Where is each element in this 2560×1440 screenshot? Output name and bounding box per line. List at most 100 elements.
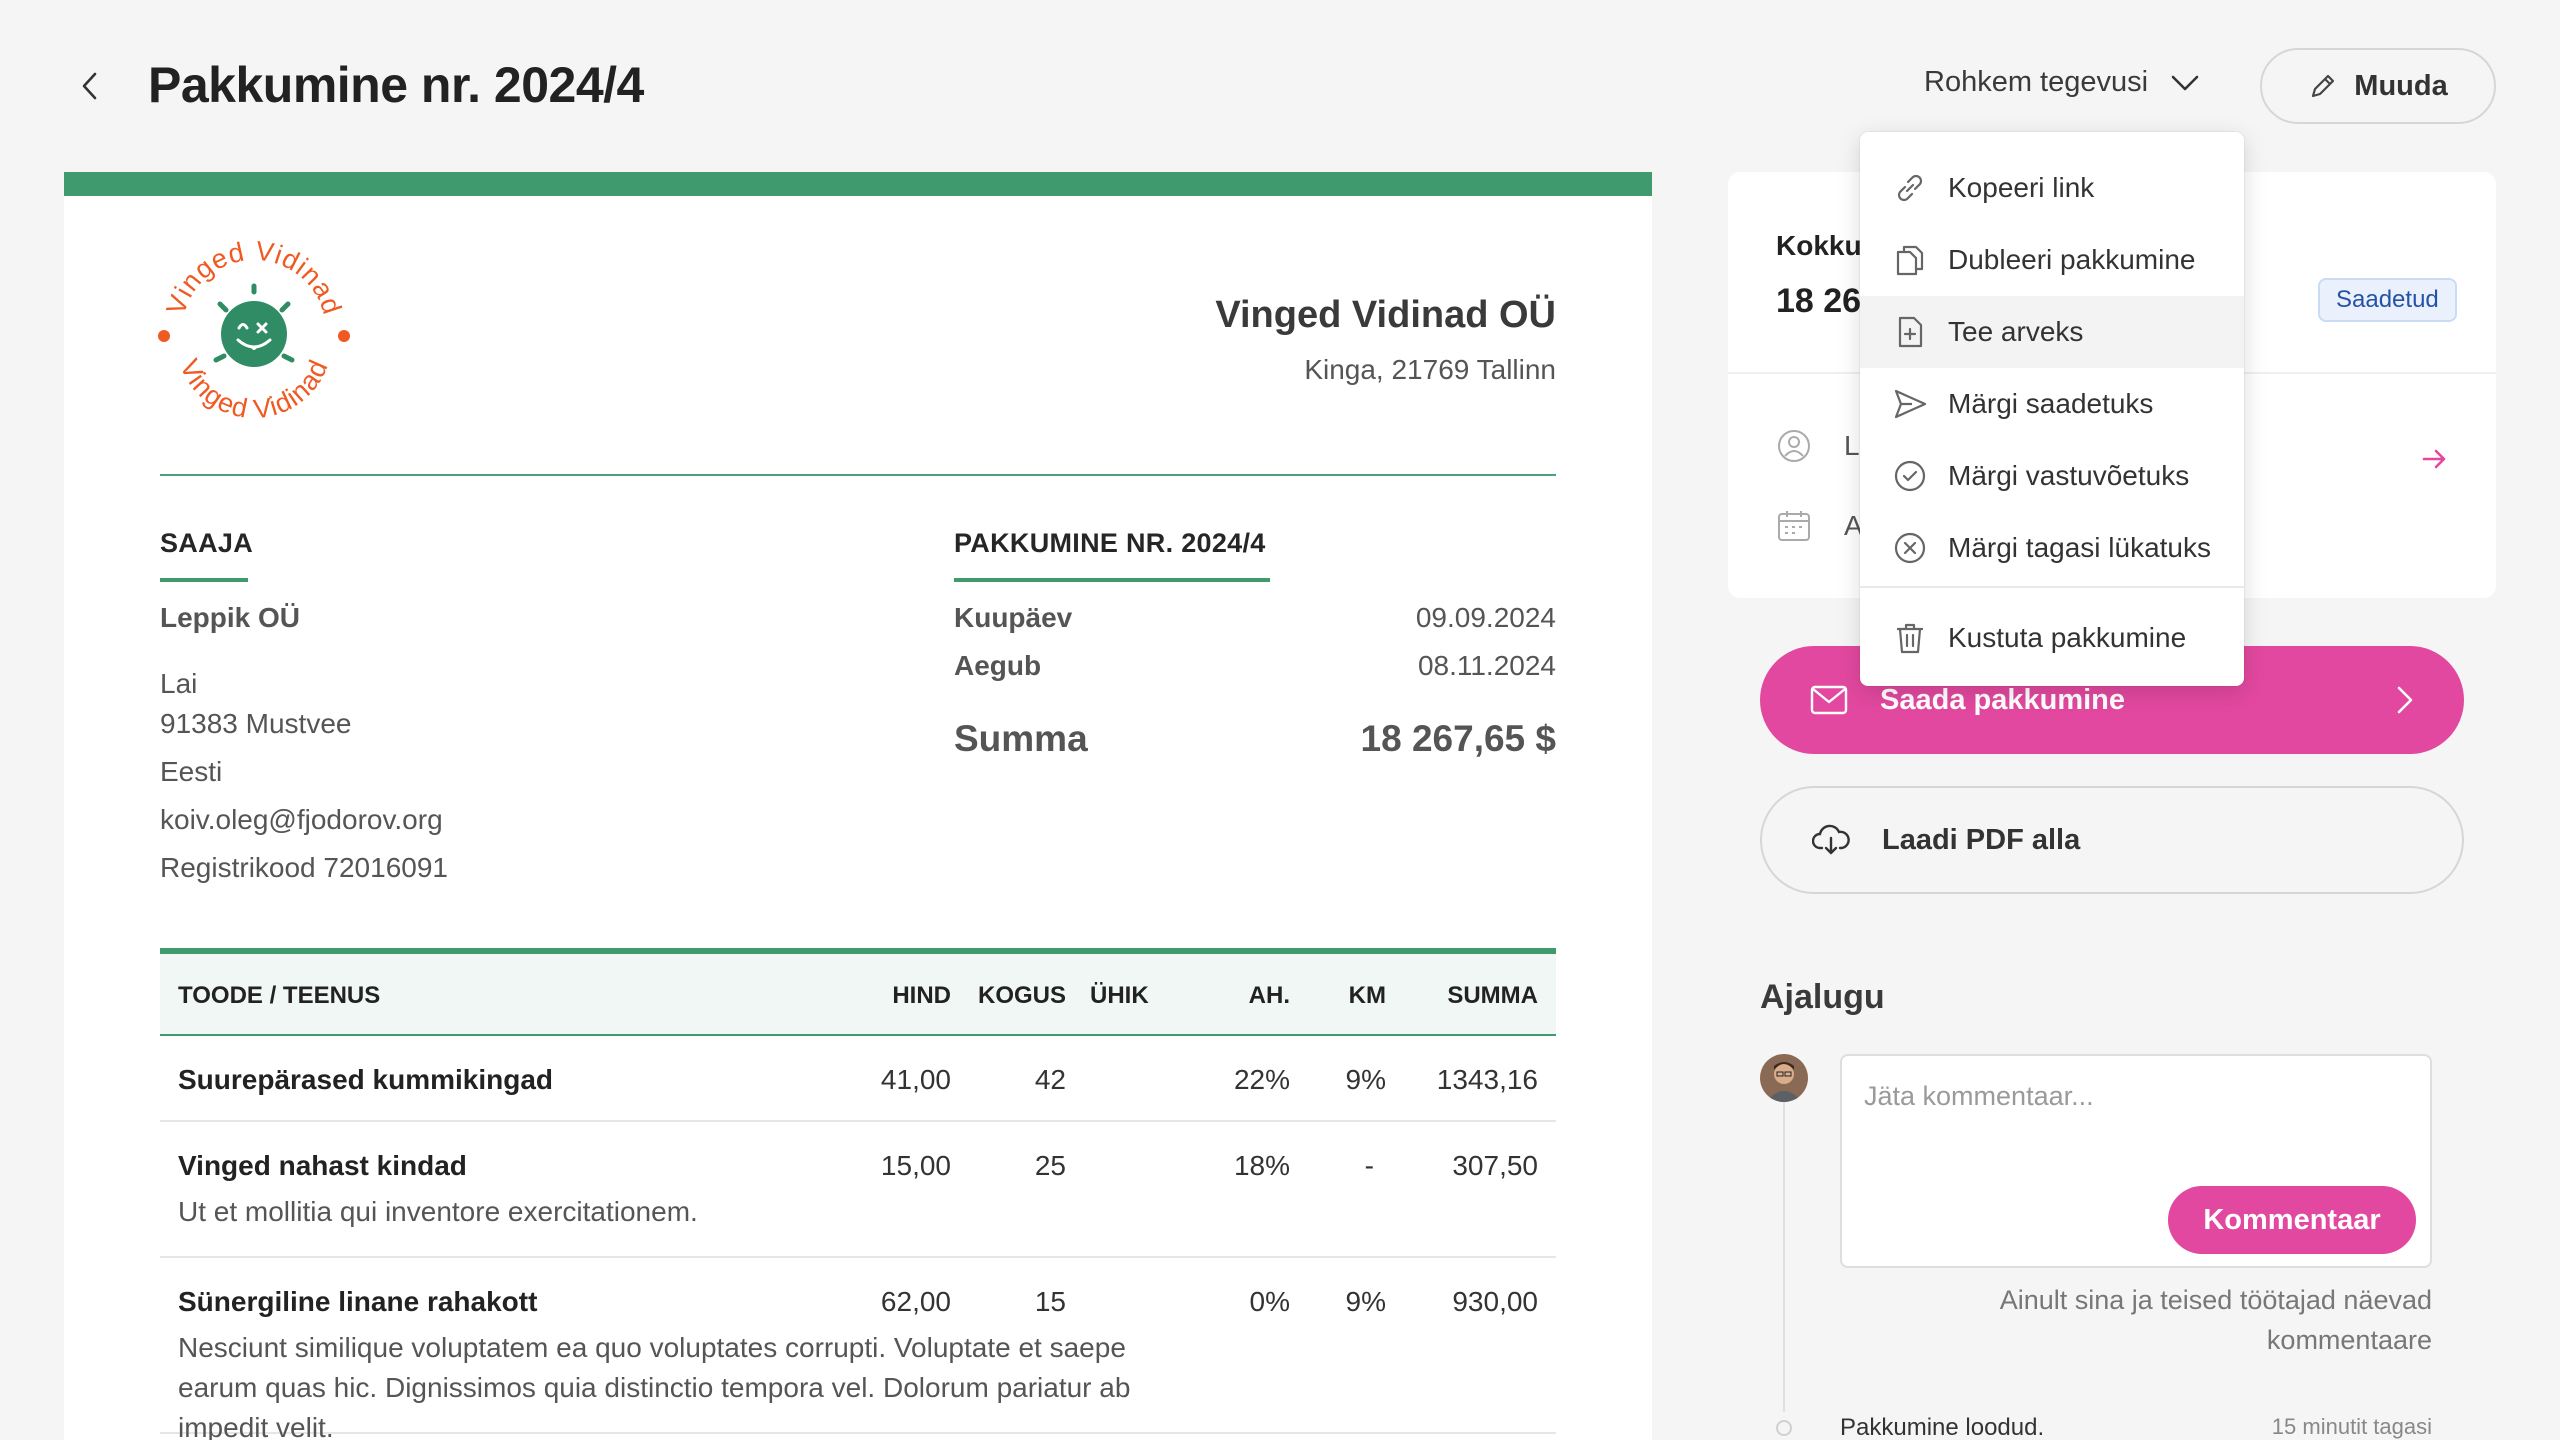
edit-button[interactable]: Muuda: [2260, 48, 2496, 124]
offer-heading: PAKKUMINE NR. 2024/4: [954, 528, 1266, 558]
company-address: Kinga, 21769 Tallinn: [1304, 354, 1556, 385]
item-description: Ut et mollitia qui inventore exercitatio…: [178, 1196, 698, 1227]
expires-label: Aegub: [954, 650, 1042, 681]
mail-icon: [1810, 685, 1848, 715]
recipient-link[interactable]: [2422, 448, 2448, 470]
item-price: 62,00: [880, 1286, 951, 1317]
chevron-right-icon: [2397, 686, 2413, 714]
timeline-dot: [1776, 1420, 1792, 1436]
download-pdf-label: Laadi PDF alla: [1882, 823, 2081, 856]
company-logo: Vinged Vidinad Vinged Vidinad: [154, 232, 354, 432]
date-row: A: [1776, 508, 1863, 544]
menu-item-mark-accepted[interactable]: Märgi vastuvõetuks: [1860, 440, 2244, 512]
recipient-name: Leppik OÜ: [160, 602, 301, 633]
recipient-row-text: L: [1844, 430, 1860, 461]
item-price: 15,00: [880, 1150, 951, 1181]
trash-icon: [1897, 623, 1923, 654]
user-circle-icon: [1778, 430, 1810, 462]
recipient-heading: SAAJA: [160, 528, 254, 558]
menu-item-label: Tee arveks: [1948, 316, 2084, 347]
menu-item-copy-link[interactable]: Kopeeri link: [1860, 152, 2244, 224]
item-price: 41,00: [880, 1064, 951, 1095]
download-pdf-button[interactable]: Laadi PDF alla: [1760, 786, 2464, 894]
comment-visibility-note: Ainult sina ja teised töötajad näevad ko…: [1999, 1285, 2432, 1355]
menu-item-label: Märgi tagasi lükatuks: [1948, 532, 2212, 563]
copy-icon: [1896, 245, 1924, 276]
offer-underline: [954, 578, 1270, 582]
menu-item-label: Märgi saadetuks: [1948, 388, 2154, 419]
menu-divider: [1860, 586, 2244, 588]
item-total: 1343,16: [1436, 1064, 1538, 1095]
pencil-icon: [2312, 74, 2335, 98]
offer-document: Vinged Vidinad Vinged Vidinad Vinged Vid…: [64, 172, 1652, 1440]
history-title: Ajalugu: [1760, 978, 1885, 1016]
file-plus-icon: [1898, 316, 1923, 348]
th-vat: KM: [1348, 982, 1386, 1009]
menu-item-duplicate[interactable]: Dubleeri pakkumine: [1860, 224, 2244, 296]
menu-item-mark-rejected[interactable]: Märgi tagasi lükatuks: [1860, 512, 2244, 584]
comment-box: Kommentaar: [1840, 1054, 2432, 1268]
recipient-city: 91383 Mustvee: [160, 708, 352, 739]
recipient-street: Lai: [160, 668, 198, 699]
table-row: Vinged nahast kindad Ut et mollitia qui …: [160, 1122, 1556, 1258]
edit-label: Muuda: [2354, 69, 2448, 102]
cloud-download-icon: [1812, 824, 1850, 855]
menu-item-label: Dubleeri pakkumine: [1948, 244, 2196, 275]
recipient-underline: [160, 578, 248, 582]
item-total: 930,00: [1452, 1286, 1538, 1317]
th-qty: KOGUS: [977, 982, 1066, 1009]
more-actions-button[interactable]: Rohkem tegevusi: [1924, 66, 2200, 99]
back-button[interactable]: [72, 68, 108, 104]
item-discount: 18%: [1233, 1150, 1290, 1181]
menu-item-mark-sent[interactable]: Märgi saadetuks: [1860, 368, 2244, 440]
status-badge: Saadetud: [2318, 278, 2457, 322]
recipient-email: koiv.oleg@fjodorov.org: [160, 804, 443, 835]
item-name: Sünergiline linane rahakott: [178, 1286, 538, 1317]
send-icon: [1894, 389, 1927, 419]
item-total: 307,50: [1452, 1150, 1538, 1181]
arrow-right-icon: [2422, 449, 2446, 469]
send-offer-label: Saada pakkumine: [1880, 683, 2125, 716]
menu-item-label: Kustuta pakkumine: [1948, 622, 2187, 653]
item-vat: 9%: [1345, 1286, 1386, 1317]
item-qty: 42: [1034, 1064, 1066, 1095]
th-total: SUMMA: [1447, 982, 1538, 1009]
th-discount: AH.: [1248, 982, 1290, 1009]
item-name: Suurepärased kummikingad: [178, 1064, 554, 1095]
more-actions-label: Rohkem tegevusi: [1924, 66, 2149, 98]
recipient-reg-code: Registrikood 72016091: [160, 852, 448, 883]
date-value: 09.09.2024: [1415, 602, 1556, 633]
menu-item-delete[interactable]: Kustuta pakkumine: [1860, 602, 2244, 674]
th-price: HIND: [892, 982, 951, 1009]
item-discount: 22%: [1233, 1064, 1290, 1095]
x-circle-icon: [1894, 532, 1926, 564]
item-name: Vinged nahast kindad: [178, 1150, 467, 1181]
table-header: TOODE / TEENUS HIND KOGUS ÜHIK AH. KM SU…: [160, 954, 1556, 1036]
sum-value: 18 267,65 $: [1360, 718, 1556, 759]
item-vat: -: [1364, 1150, 1374, 1181]
recipient-row[interactable]: L: [1776, 428, 1860, 464]
recipient-country: Eesti: [160, 756, 223, 787]
document-top-bar: [64, 172, 1652, 196]
menu-item-make-invoice[interactable]: Tee arveks: [1860, 296, 2244, 368]
item-qty: 25: [1034, 1150, 1066, 1181]
comment-submit-button[interactable]: Kommentaar: [2168, 1186, 2416, 1254]
page-title: Pakkumine nr. 2024/4: [148, 57, 644, 113]
sum-label: Summa: [954, 718, 1088, 759]
calendar-icon: [1778, 511, 1810, 541]
th-product: TOODE / TEENUS: [178, 982, 381, 1009]
timeline-line: [1783, 1090, 1785, 1412]
item-description: Nesciunt similique voluptatem ea quo vol…: [178, 1332, 1131, 1440]
item-qty: 15: [1034, 1286, 1066, 1317]
company-name: Vinged Vidinad OÜ: [1215, 294, 1556, 336]
avatar: [1760, 1054, 1808, 1102]
menu-item-label: Kopeeri link: [1948, 172, 2095, 203]
history-event-text: Pakkumine loodud.: [1840, 1414, 2045, 1440]
history-event-time: 15 minutit tagasi: [2271, 1414, 2432, 1439]
expires-value: 08.11.2024: [1417, 650, 1556, 681]
th-unit: ÜHIK: [1090, 982, 1149, 1009]
header-divider: [160, 474, 1556, 476]
summary-amount: 18 26: [1776, 282, 1862, 320]
table-row: Sünergiline linane rahakott Nesciunt sim…: [160, 1258, 1556, 1440]
comment-input[interactable]: [1864, 1076, 2404, 1116]
